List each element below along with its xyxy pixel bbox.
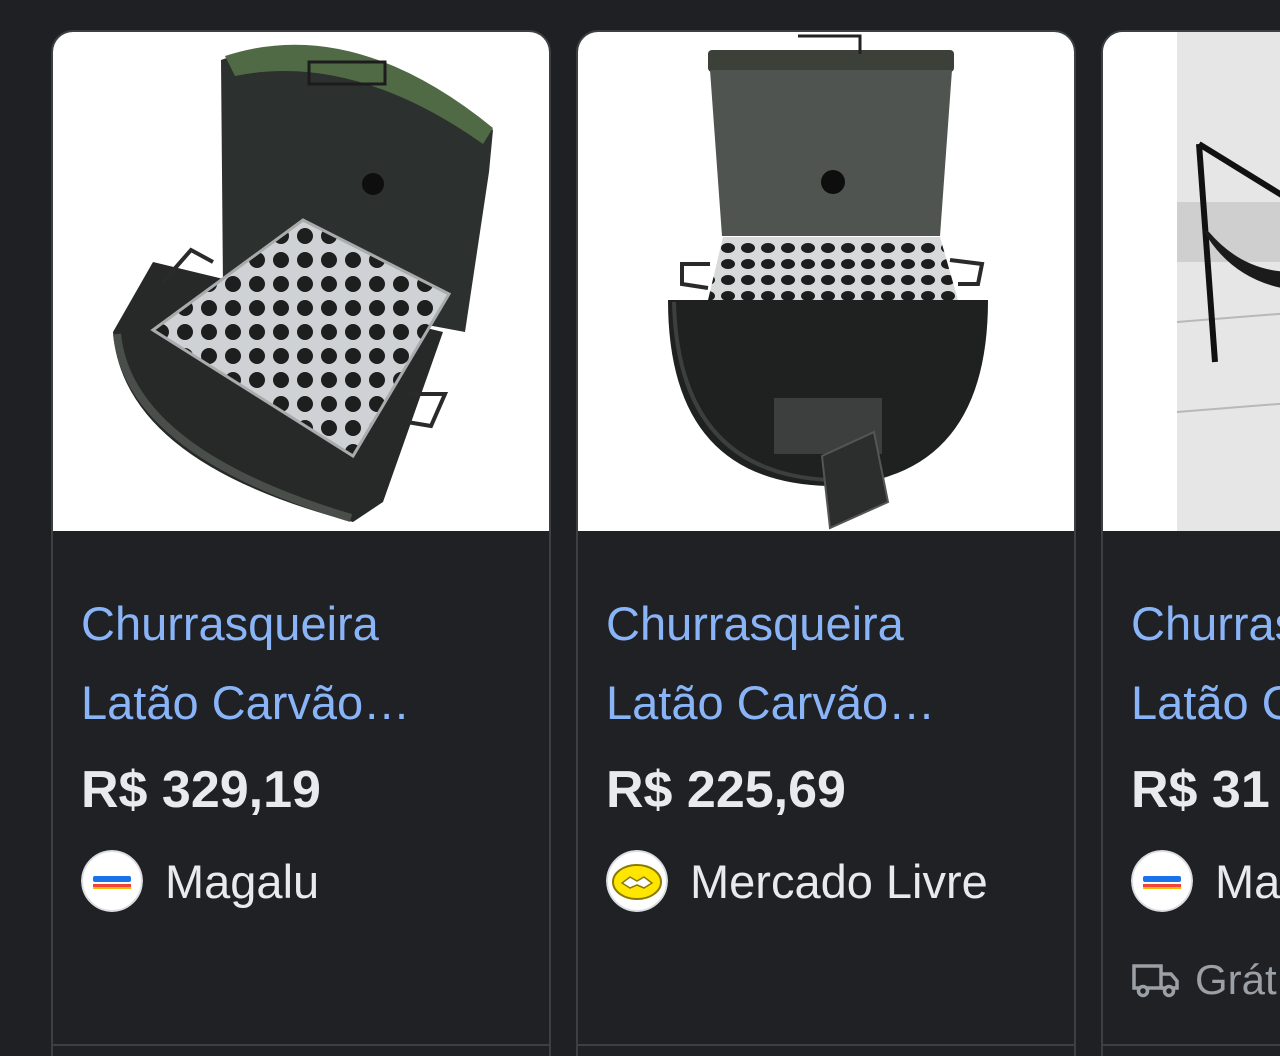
seller-name: Mercado Livre bbox=[690, 854, 988, 908]
product-price: R$ 31 bbox=[1131, 761, 1270, 819]
product-carousel: Churrasqueira Latão Carvão… R$ 329,19 Ma… bbox=[0, 0, 1280, 1056]
product-card[interactable]: Churrasqueira Latão Carvão… R$ 31 Magalu… bbox=[1101, 30, 1280, 1056]
title-line-1: Churrasqueira bbox=[81, 597, 379, 650]
delivery-truck-icon bbox=[1132, 964, 1179, 998]
magalu-logo-icon bbox=[81, 850, 143, 912]
product-title-link[interactable]: Churrasqueira Latão Carvão… bbox=[606, 584, 1046, 742]
product-card[interactable]: Churrasqueira Latão Carvão… R$ 329,19 Ma… bbox=[51, 30, 551, 1056]
seller-info: Magalu bbox=[1131, 848, 1280, 914]
product-card[interactable]: Churrasqueira Latão Carvão… R$ 225,69 Me… bbox=[576, 30, 1076, 1056]
title-line-2: Latão Carvão… bbox=[606, 676, 936, 729]
product-price: R$ 329,19 bbox=[81, 761, 321, 819]
divider bbox=[1103, 1044, 1280, 1046]
title-line-2: Latão Carvão… bbox=[81, 676, 411, 729]
title-line-2: Latão Carvão… bbox=[1131, 676, 1280, 729]
shipping-text: Grát bbox=[1195, 956, 1277, 1003]
title-line-1: Churrasqueira bbox=[1131, 597, 1280, 650]
product-price: R$ 225,69 bbox=[606, 761, 846, 819]
shipping-info: Grát bbox=[1131, 956, 1277, 1004]
magalu-logo-icon bbox=[1131, 850, 1193, 912]
seller-name: Magalu bbox=[165, 854, 320, 908]
mercado-livre-logo-icon bbox=[606, 850, 668, 912]
product-title-link[interactable]: Churrasqueira Latão Carvão… bbox=[1131, 584, 1280, 742]
product-title-link[interactable]: Churrasqueira Latão Carvão… bbox=[81, 584, 521, 742]
seller-info: Mercado Livre bbox=[606, 848, 988, 914]
seller-info: Magalu bbox=[81, 848, 319, 914]
product-image[interactable] bbox=[1103, 32, 1280, 531]
divider bbox=[53, 1044, 549, 1046]
seller-name: Magalu bbox=[1215, 854, 1280, 908]
product-image[interactable] bbox=[578, 32, 1074, 531]
product-image[interactable] bbox=[53, 32, 549, 531]
title-line-1: Churrasqueira bbox=[606, 597, 904, 650]
divider bbox=[578, 1044, 1074, 1046]
